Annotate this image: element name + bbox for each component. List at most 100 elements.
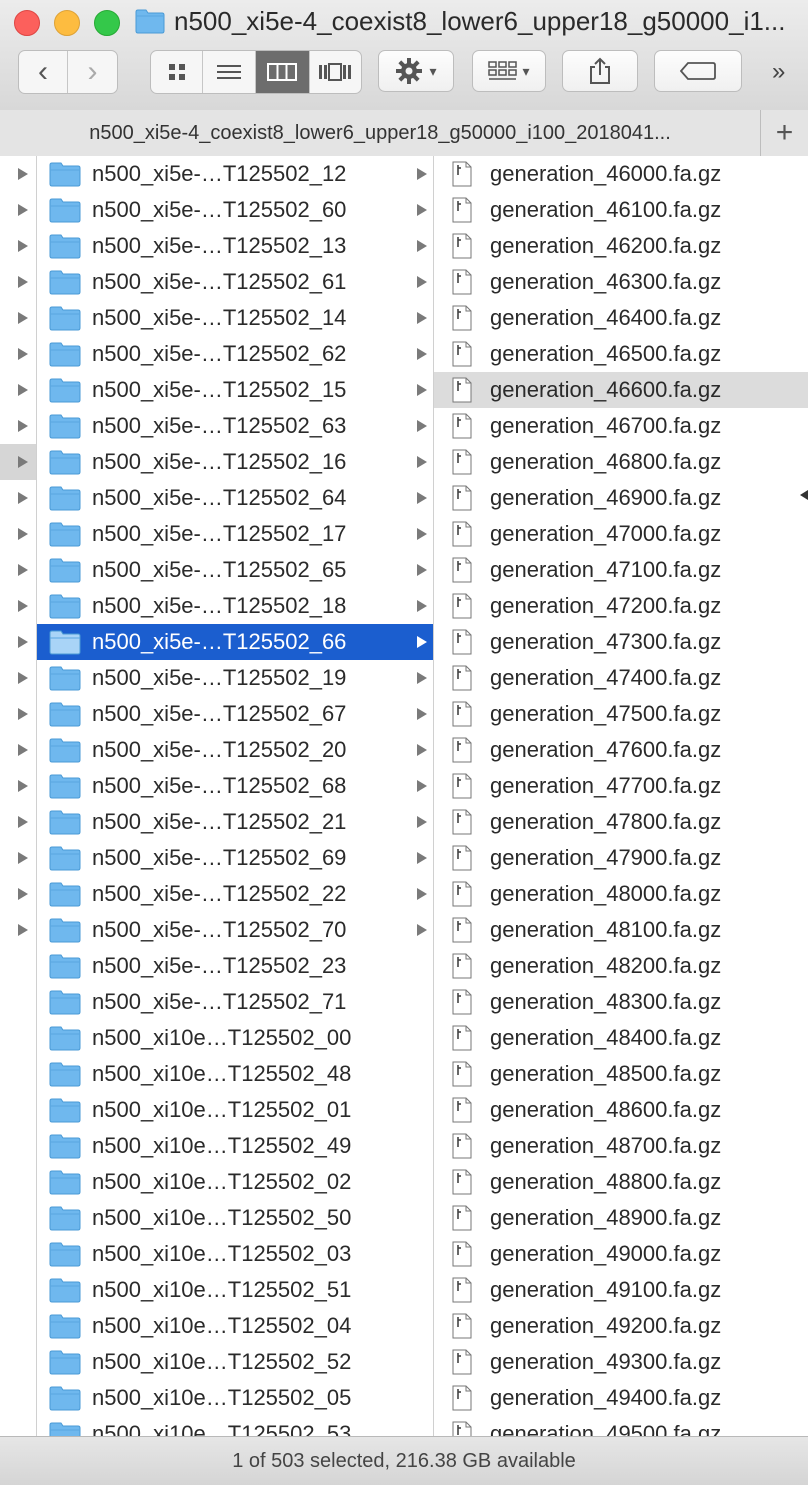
file-row[interactable]: generation_48700.fa.gz [434,1128,808,1164]
parent-row[interactable] [0,732,36,768]
file-row[interactable]: generation_49200.fa.gz [434,1308,808,1344]
folder-row[interactable]: n500_xi10e…T125502_52 [37,1344,433,1380]
file-row[interactable]: generation_46400.fa.gz [434,300,808,336]
file-row[interactable]: generation_46300.fa.gz [434,264,808,300]
file-row[interactable]: generation_47300.fa.gz [434,624,808,660]
file-row[interactable]: generation_46100.fa.gz [434,192,808,228]
parent-row[interactable] [0,552,36,588]
parent-row[interactable] [0,1164,36,1200]
folder-row[interactable]: n500_xi5e-…T125502_64 [37,480,433,516]
cover-flow-button[interactable] [310,51,361,93]
disclosure-arrow-icon[interactable] [18,240,28,252]
file-row[interactable]: generation_47500.fa.gz [434,696,808,732]
parent-row[interactable] [0,876,36,912]
disclosure-arrow-icon[interactable] [18,492,28,504]
parent-row[interactable] [0,336,36,372]
folder-row[interactable]: n500_xi5e-…T125502_71 [37,984,433,1020]
folder-row[interactable]: n500_xi5e-…T125502_70 [37,912,433,948]
folder-row[interactable]: n500_xi10e…T125502_02 [37,1164,433,1200]
parent-row[interactable] [0,804,36,840]
disclosure-arrow-icon[interactable] [18,672,28,684]
parent-row[interactable] [0,588,36,624]
folder-row[interactable]: n500_xi5e-…T125502_65 [37,552,433,588]
parent-row[interactable] [0,1056,36,1092]
toolbar-overflow-button[interactable]: » [772,58,785,86]
file-row[interactable]: generation_46600.fa.gz [434,372,808,408]
folder-row[interactable]: n500_xi5e-…T125502_69 [37,840,433,876]
folder-row[interactable]: n500_xi5e-…T125502_12 [37,156,433,192]
disclosure-arrow-icon[interactable] [18,204,28,216]
folder-row[interactable]: n500_xi10e…T125502_05 [37,1380,433,1416]
file-column[interactable]: generation_46000.fa.gz generation_46100.f… [434,156,808,1436]
folder-row[interactable]: n500_xi5e-…T125502_60 [37,192,433,228]
disclosure-arrow-icon[interactable] [18,528,28,540]
list-view-button[interactable] [203,51,256,93]
disclosure-arrow-icon[interactable] [18,384,28,396]
disclosure-arrow-icon[interactable] [18,312,28,324]
parent-column[interactable] [0,156,37,1436]
folder-row[interactable]: n500_xi10e…T125502_01 [37,1092,433,1128]
folder-row[interactable]: n500_xi5e-…T125502_14 [37,300,433,336]
file-row[interactable]: generation_47000.fa.gz [434,516,808,552]
disclosure-arrow-icon[interactable] [18,744,28,756]
file-row[interactable]: generation_49300.fa.gz [434,1344,808,1380]
parent-row[interactable] [0,696,36,732]
parent-row[interactable] [0,1020,36,1056]
parent-row[interactable] [0,480,36,516]
minimize-window-button[interactable] [54,10,80,36]
parent-row[interactable] [0,1092,36,1128]
parent-row[interactable] [0,912,36,948]
column-view-button[interactable] [255,51,310,93]
parent-row[interactable] [0,1308,36,1344]
file-row[interactable]: generation_49000.fa.gz [434,1236,808,1272]
parent-row[interactable] [0,1200,36,1236]
folder-row[interactable]: n500_xi5e-…T125502_16 [37,444,433,480]
disclosure-arrow-icon[interactable] [18,348,28,360]
parent-row[interactable] [0,156,36,192]
parent-row[interactable] [0,300,36,336]
icon-view-button[interactable] [151,51,204,93]
file-row[interactable]: generation_47700.fa.gz [434,768,808,804]
file-row[interactable]: generation_49400.fa.gz [434,1380,808,1416]
file-row[interactable]: generation_48500.fa.gz [434,1056,808,1092]
folder-row[interactable]: n500_xi5e-…T125502_68 [37,768,433,804]
parent-row[interactable] [0,264,36,300]
close-window-button[interactable] [14,10,40,36]
file-row[interactable]: generation_47900.fa.gz [434,840,808,876]
parent-row[interactable] [0,192,36,228]
disclosure-arrow-icon[interactable] [18,276,28,288]
action-button[interactable]: ▾ [378,50,454,92]
folder-row[interactable]: n500_xi10e…T125502_48 [37,1056,433,1092]
file-row[interactable]: generation_48200.fa.gz [434,948,808,984]
file-row[interactable]: generation_47400.fa.gz [434,660,808,696]
disclosure-arrow-icon[interactable] [18,600,28,612]
file-row[interactable]: generation_49500.fa.gz [434,1416,808,1436]
disclosure-arrow-icon[interactable] [18,852,28,864]
disclosure-arrow-icon[interactable] [18,564,28,576]
parent-row[interactable] [0,1380,36,1416]
folder-row[interactable]: n500_xi10e…T125502_51 [37,1272,433,1308]
folder-row[interactable]: n500_xi5e-…T125502_21 [37,804,433,840]
parent-row[interactable] [0,1416,36,1436]
file-row[interactable]: generation_46700.fa.gz [434,408,808,444]
disclosure-arrow-icon[interactable] [18,636,28,648]
parent-row[interactable] [0,624,36,660]
zoom-window-button[interactable] [94,10,120,36]
arrange-button[interactable]: ▾ [472,50,546,92]
folder-row[interactable]: n500_xi10e…T125502_50 [37,1200,433,1236]
folder-row[interactable]: n500_xi10e…T125502_49 [37,1128,433,1164]
file-row[interactable]: generation_47200.fa.gz [434,588,808,624]
parent-row[interactable] [0,1236,36,1272]
disclosure-arrow-icon[interactable] [18,708,28,720]
folder-row[interactable]: n500_xi10e…T125502_04 [37,1308,433,1344]
back-button[interactable]: ‹ [19,51,68,93]
file-row[interactable]: generation_48000.fa.gz [434,876,808,912]
file-row[interactable]: generation_48300.fa.gz [434,984,808,1020]
folder-row[interactable]: n500_xi5e-…T125502_20 [37,732,433,768]
share-button[interactable] [562,50,638,92]
file-row[interactable]: generation_46000.fa.gz [434,156,808,192]
folder-row[interactable]: n500_xi5e-…T125502_15 [37,372,433,408]
folder-row[interactable]: n500_xi5e-…T125502_67 [37,696,433,732]
parent-row[interactable] [0,372,36,408]
parent-row[interactable] [0,228,36,264]
